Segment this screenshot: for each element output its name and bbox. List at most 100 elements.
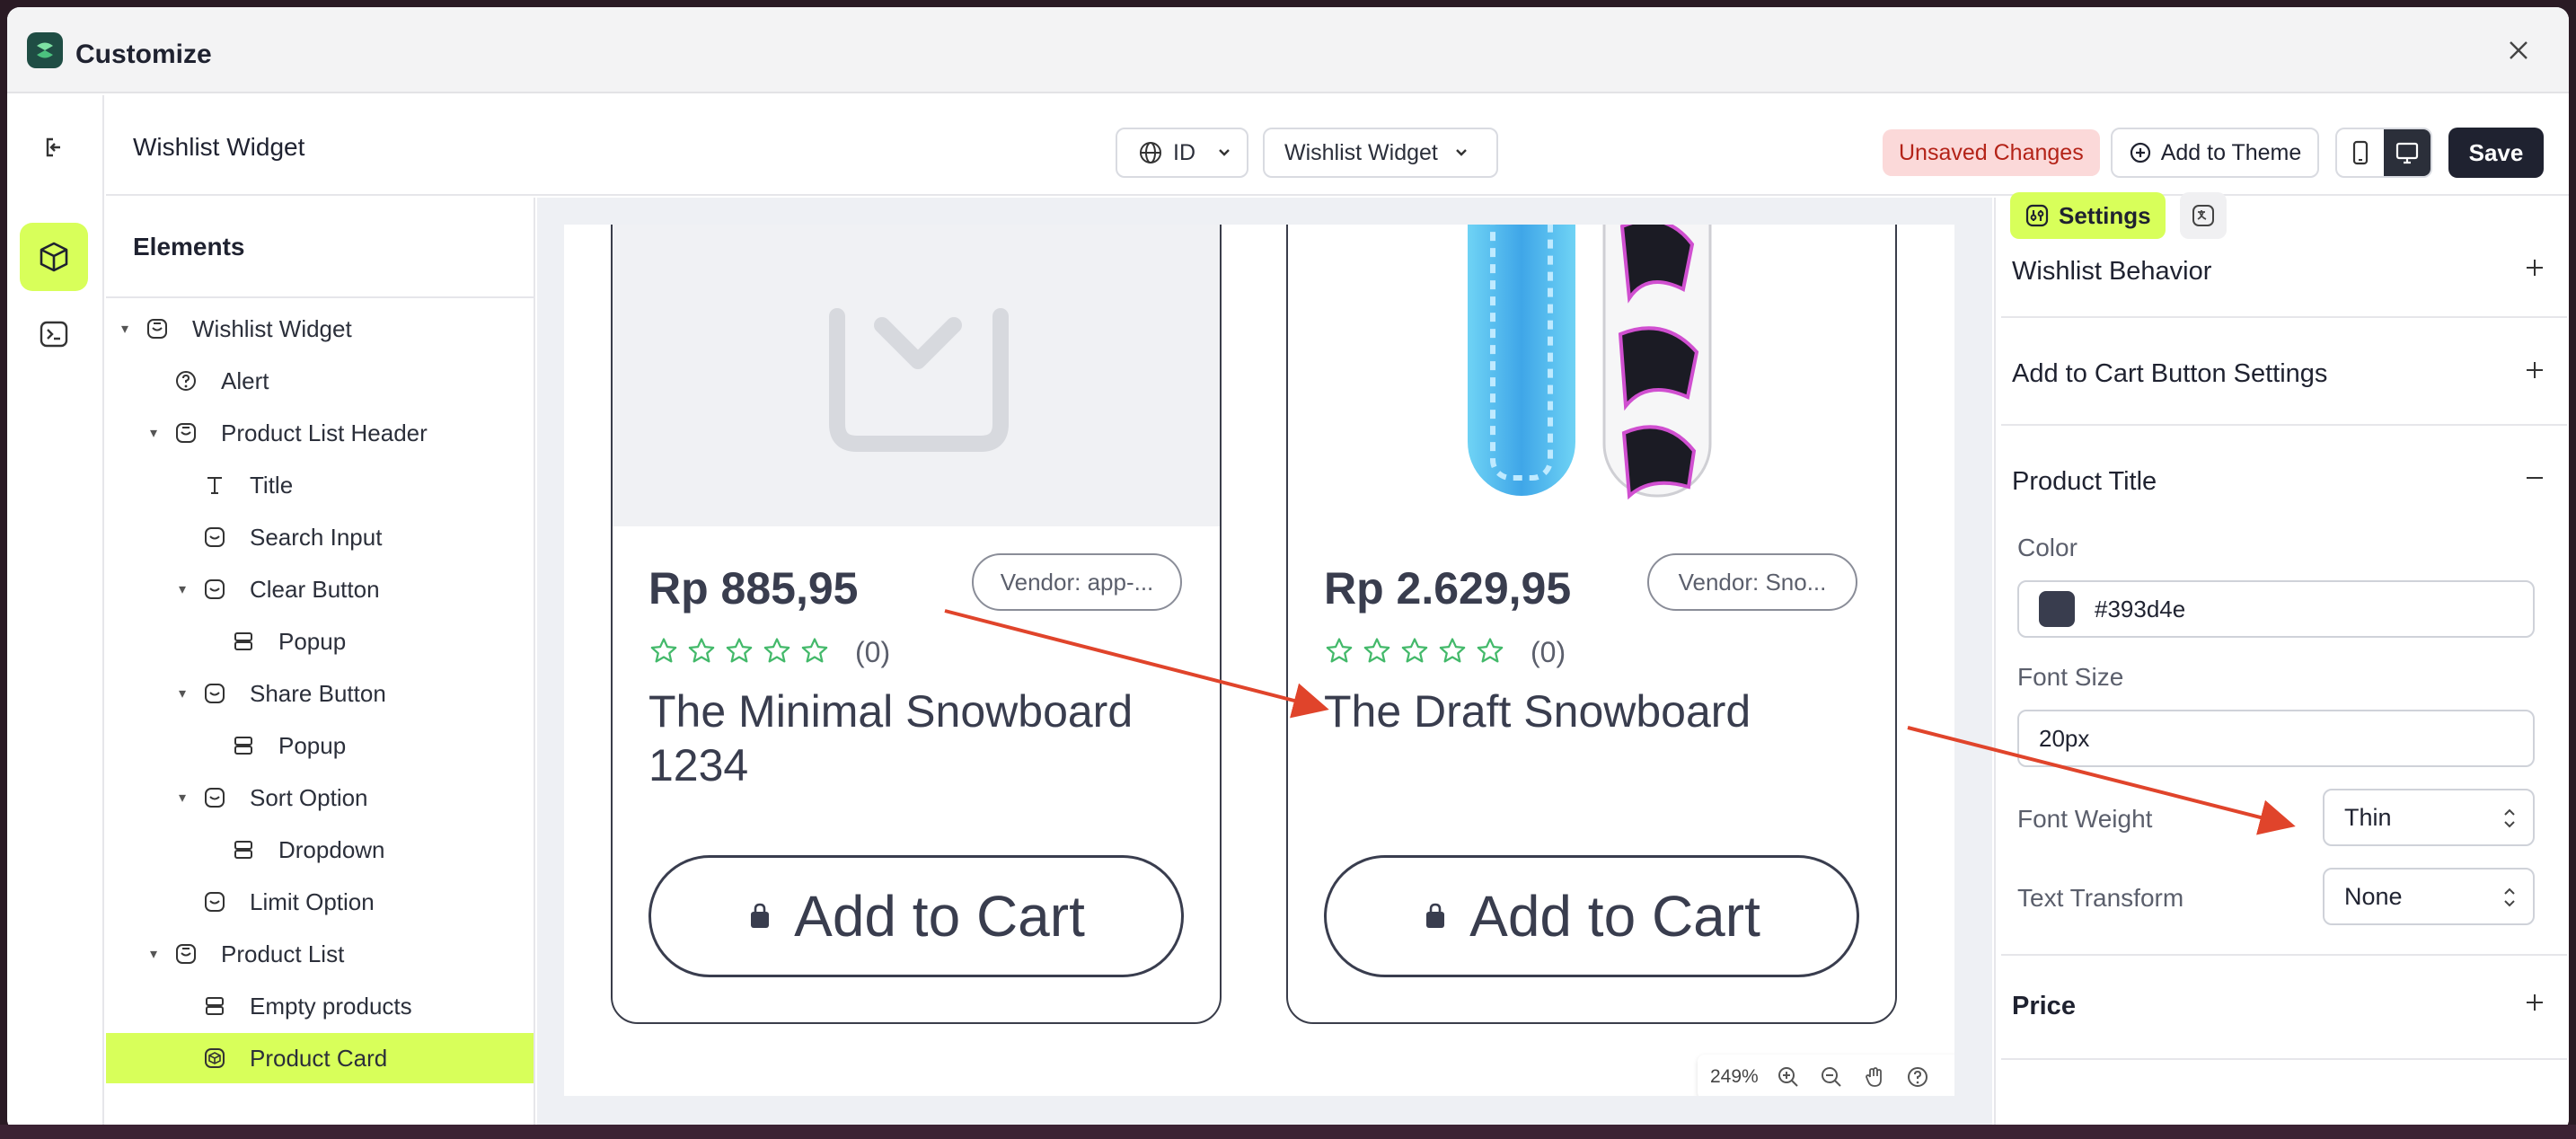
text-transform-select[interactable]: None <box>2323 868 2535 925</box>
page-name: Wishlist Widget <box>133 133 305 161</box>
zoom-out-icon[interactable] <box>1818 1064 1845 1090</box>
font-weight-label: Font Weight <box>2017 805 2153 833</box>
chevron-down-icon <box>1456 149 1467 156</box>
help-icon[interactable] <box>1904 1064 1931 1090</box>
layout-icon <box>230 628 257 655</box>
panel-tabs: Settings <box>2010 192 2227 239</box>
review-count: (0) <box>1531 636 1566 668</box>
vendor-badge: Vendor: Sno... <box>1647 553 1857 611</box>
shopping-bag-icon <box>751 903 770 928</box>
tree-item-empty-products[interactable]: Empty products <box>106 981 534 1031</box>
rating-stars <box>1324 636 1505 667</box>
minus-icon[interactable] <box>2520 464 2549 492</box>
color-swatch[interactable] <box>2039 591 2075 627</box>
tree-item-dropdown[interactable]: Dropdown <box>106 825 534 875</box>
star-icon <box>726 638 753 663</box>
section-title: Price <box>2012 992 2076 1020</box>
tree-item-title[interactable]: Title <box>106 460 534 510</box>
tree-item-label: Product Card <box>250 1044 388 1072</box>
caret-down-icon[interactable]: ▾ <box>176 686 189 702</box>
hand-pan-icon[interactable] <box>1861 1064 1888 1090</box>
section-wishlist-behavior[interactable]: Wishlist Behavior <box>2001 237 2567 318</box>
tree-item-label: Product List Header <box>221 419 428 446</box>
preview-canvas: Rp 885,95 Vendor: app-... (0) The Minima… <box>537 198 1992 1132</box>
font-weight-select[interactable]: Thin <box>2323 789 2535 846</box>
zoom-in-icon[interactable] <box>1775 1064 1802 1090</box>
tree-item-limit-option[interactable]: Limit Option <box>106 877 534 927</box>
caret-down-icon[interactable]: ▾ <box>147 426 160 441</box>
tree-item-product-card[interactable]: Product Card <box>106 1033 534 1083</box>
font-size-field[interactable]: 20px <box>2017 710 2535 767</box>
product-card[interactable]: Rp 2.629,95 Vendor: Sno... (0) The Draft… <box>1286 225 1897 1024</box>
add-to-cart-label: Add to Cart <box>794 884 1085 949</box>
tree-item-label: Search Input <box>250 523 383 551</box>
tree-item-wishlist-widget[interactable]: ▾ Wishlist Widget <box>106 304 534 354</box>
plus-icon[interactable] <box>2520 356 2549 384</box>
zoom-toolbar: 249% <box>1698 1055 1954 1096</box>
review-count: (0) <box>855 636 891 668</box>
left-rail <box>7 95 104 1132</box>
color-field[interactable]: #393d4e <box>2017 580 2535 638</box>
tree-item-product-list[interactable]: ▾ Product List <box>106 929 534 979</box>
color-label: Color <box>2017 534 2078 561</box>
star-icon <box>1439 638 1466 663</box>
tree-item-label: Popup <box>278 627 347 655</box>
star-icon <box>801 638 828 663</box>
star-icon <box>1477 638 1504 663</box>
add-to-theme-label: Add to Theme <box>2160 139 2302 165</box>
globe-icon <box>1140 142 1161 163</box>
color-value: #393d4e <box>2095 595 2186 622</box>
save-button[interactable]: Save <box>2448 128 2544 178</box>
add-to-cart-button[interactable]: Add to Cart <box>648 855 1184 977</box>
product-title: The Draft Snowboard <box>1324 686 1751 737</box>
caret-down-icon[interactable]: ▾ <box>176 790 189 806</box>
desktop-view-icon[interactable] <box>2384 129 2430 176</box>
tree-item-popup[interactable]: Popup <box>106 616 534 667</box>
section-product-title: Product Title Color #393d4e Font Size 20… <box>2001 428 2567 956</box>
tree-item-label: Popup <box>278 731 347 759</box>
add-to-cart-button[interactable]: Add to Cart <box>1324 855 1859 977</box>
caret-down-icon[interactable]: ▾ <box>119 322 131 337</box>
tree-item-search-input[interactable]: Search Input <box>106 512 534 562</box>
caret-down-icon[interactable]: ▾ <box>176 582 189 597</box>
section-price[interactable]: Price <box>2001 958 2567 1060</box>
star-icon <box>1363 638 1390 663</box>
section-add-to-cart[interactable]: Add to Cart Button Settings <box>2001 320 2567 426</box>
product-card[interactable]: Rp 885,95 Vendor: app-... (0) The Minima… <box>611 225 1222 1024</box>
mobile-view-icon[interactable] <box>2337 129 2384 176</box>
elements-tree-panel: Elements ▾ Wishlist Widget Alert ▾ Produ… <box>106 198 535 1132</box>
text-transform-label: Text Transform <box>2017 884 2184 912</box>
settings-panel: Settings Wishlist Behavior Add to Cart B… <box>1994 192 2569 1132</box>
add-to-theme-button[interactable]: Add to Theme <box>2111 128 2319 178</box>
unsaved-changes-badge: Unsaved Changes <box>1883 129 2100 176</box>
layout-icon <box>230 836 257 863</box>
block-icon <box>201 524 228 551</box>
caret-down-icon[interactable]: ▾ <box>147 947 160 962</box>
tab-translate[interactable] <box>2179 192 2227 239</box>
device-toggle <box>2335 128 2432 178</box>
plus-icon[interactable] <box>2520 253 2549 282</box>
template-value: Wishlist Widget <box>1284 139 1438 165</box>
tree-item-popup[interactable]: Popup <box>106 720 534 771</box>
tree-item-share-button[interactable]: ▾ Share Button <box>106 668 534 719</box>
template-select[interactable]: Wishlist Widget <box>1263 128 1498 178</box>
tree-item-sort-option[interactable]: ▾ Sort Option <box>106 773 534 823</box>
code-terminal-icon[interactable] <box>20 300 88 368</box>
tree-item-label: Clear Button <box>250 575 380 603</box>
close-icon[interactable] <box>2502 34 2535 66</box>
tree-item-label: Title <box>250 471 294 499</box>
component-icon <box>144 315 171 342</box>
tab-settings[interactable]: Settings <box>2010 192 2166 239</box>
tree-item-alert[interactable]: Alert <box>106 356 534 406</box>
tree-item-product-list-header[interactable]: ▾ Product List Header <box>106 408 534 458</box>
star-icon <box>763 638 790 663</box>
block-icon <box>201 784 228 811</box>
tree-item-label: Dropdown <box>278 835 385 863</box>
tree-item-label: Limit Option <box>250 887 375 915</box>
elements-cube-icon[interactable] <box>20 223 88 291</box>
exit-icon[interactable] <box>20 113 88 181</box>
translate-icon <box>2192 205 2214 226</box>
tree-item-clear-button[interactable]: ▾ Clear Button <box>106 564 534 614</box>
plus-icon[interactable] <box>2520 988 2549 1017</box>
language-select[interactable]: ID <box>1116 128 1248 178</box>
